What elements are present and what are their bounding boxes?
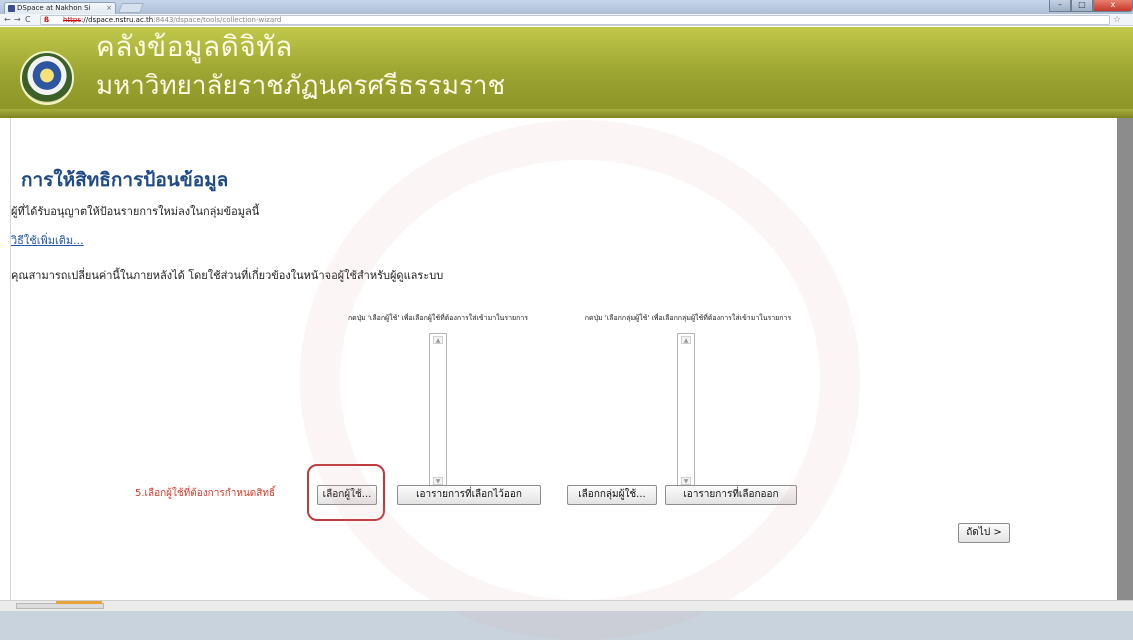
select-epeople-button[interactable]: เลือกผู้ใช้... <box>317 485 377 505</box>
remove-selected-epeople-button[interactable]: เอารายการที่เลือกไว้ออก <box>397 485 541 505</box>
url-scheme: https <box>63 16 82 24</box>
page-description: ผู้ที่ได้รับอนุญาตให้ป้อนรายการใหม่ลงในก… <box>11 205 260 218</box>
site-banner: คลังข้อมูลดิจิทัล มหาวิทยาลัยราชภัฏนครศร… <box>0 27 1133 118</box>
page-title: การให้สิทธิการป้อนข้อมูล <box>21 169 229 191</box>
browser-toolbar: ← → C ß https://dspace.nstru.ac.th:8443/… <box>0 14 1133 26</box>
browser-window: DSpace at Nakhon Si × – □ x ← → C ß http… <box>0 0 1133 640</box>
banner-title: คลังข้อมูลดิจิทัล <box>96 30 293 63</box>
reload-icon[interactable]: C <box>25 14 31 26</box>
url-path: :8443/dspace/tools/collection-wizard <box>153 16 282 24</box>
tab-title: DSpace at Nakhon Si <box>17 4 91 12</box>
scroll-up-icon[interactable]: ▲ <box>681 336 691 344</box>
groups-hint: กดปุ่ม 'เลือกกลุ่มผู้ใช้' เพื่อเลือกกลุ่… <box>584 314 792 322</box>
title-bar: DSpace at Nakhon Si × – □ x <box>0 0 1133 14</box>
address-bar[interactable]: ß https://dspace.nstru.ac.th:8443/dspace… <box>40 15 1110 25</box>
main-content: การให้สิทธิการป้อนข้อมูล ผู้ที่ได้รับอนุ… <box>10 118 1116 600</box>
scrollbar-accent <box>56 601 102 604</box>
url-host: ://dspace.nstru.ac.th <box>81 16 154 24</box>
new-tab-button[interactable] <box>118 3 144 13</box>
back-arrow-icon[interactable]: ← <box>4 14 11 26</box>
step-annotation: 5.เลือกผู้ใช้ที่ต้องการกำหนดสิทธิ์ <box>135 488 276 499</box>
tab-close-icon[interactable]: × <box>106 3 112 14</box>
scroll-down-icon[interactable]: ▼ <box>433 477 443 485</box>
groups-listbox[interactable]: ▲ ▼ <box>677 333 695 488</box>
close-window-button[interactable]: x <box>1093 0 1133 12</box>
scroll-up-icon[interactable]: ▲ <box>433 336 443 344</box>
select-groups-button[interactable]: เลือกกลุ่มผู้ใช้... <box>567 485 657 505</box>
help-link[interactable]: วิธีใช้เพิ่มเติม... <box>11 231 84 249</box>
banner-subtitle: มหาวิทยาลัยราชภัฏนครศรีธรรมราช <box>96 71 506 101</box>
scroll-down-icon[interactable]: ▼ <box>681 477 691 485</box>
epeople-hint: กดปุ่ม 'เลือกผู้ใช้' เพื่อเลือกผู้ใช้ที่… <box>347 314 529 322</box>
epeople-listbox[interactable]: ▲ ▼ <box>429 333 447 488</box>
bookmark-star-icon[interactable]: ☆ <box>1113 14 1121 26</box>
minimize-button[interactable]: – <box>1049 0 1071 12</box>
browser-tab[interactable]: DSpace at Nakhon Si × <box>4 2 116 14</box>
maximize-button[interactable]: □ <box>1071 0 1093 12</box>
next-button[interactable]: ถัดไป > <box>958 523 1010 543</box>
horizontal-scrollbar[interactable] <box>0 600 1133 611</box>
insecure-lock-icon: ß <box>44 16 50 24</box>
dspace-favicon-icon <box>8 5 15 12</box>
vertical-scrollbar[interactable] <box>1117 118 1133 600</box>
admin-note: คุณสามารถเปลี่ยนค่านี้ในภายหลังได้ โดยใช… <box>11 269 444 282</box>
forward-arrow-icon[interactable]: → <box>14 14 21 26</box>
university-logo[interactable] <box>20 51 74 105</box>
banner-divider <box>0 109 1133 118</box>
remove-selected-groups-button[interactable]: เอารายการที่เลือกออก <box>665 485 797 505</box>
